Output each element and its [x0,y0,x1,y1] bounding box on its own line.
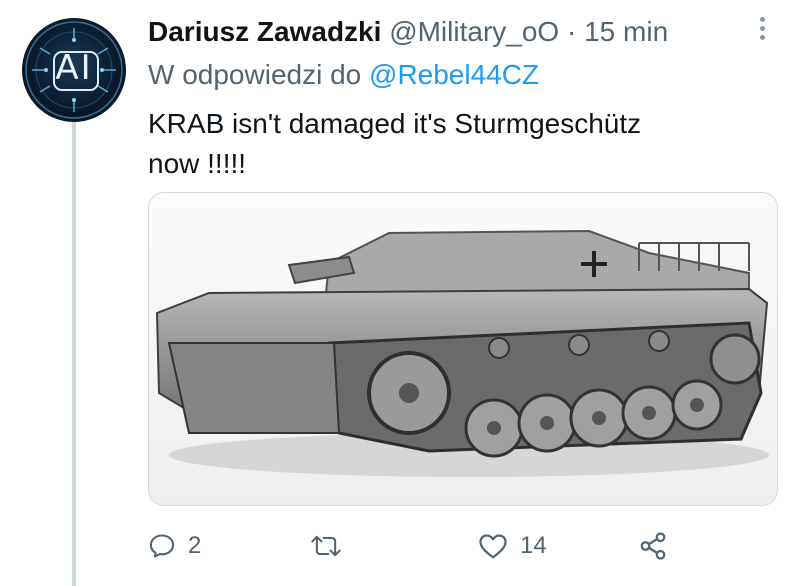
share-button[interactable] [638,528,680,564]
reply-icon [148,532,176,560]
thread-line [72,118,76,586]
avatar[interactable]: AI [22,18,126,122]
tank-photo [149,193,777,505]
tweet-media-image[interactable] [148,192,778,506]
reply-context: W odpowiedzi do @Rebel44CZ [148,58,539,92]
avatar-text: AI [55,48,93,88]
tweet-header: Dariusz Zawadzki @Military_oO · 15 min [148,14,668,50]
author-handle[interactable]: @Military_oO [389,16,559,47]
tweet-text-line-1: KRAB isn't damaged it's Sturmgeschütz [148,108,642,139]
like-button[interactable]: 14 [478,528,547,564]
timestamp[interactable]: 15 min [584,16,668,47]
tweet-text: KRAB isn't damaged it's Sturmgeschütz no… [148,104,748,184]
reply-prefix: W odpowiedzi do [148,59,362,90]
more-vertical-icon[interactable] [752,14,772,46]
reply-mention-link[interactable]: @Rebel44CZ [369,59,539,90]
like-icon [478,532,508,560]
share-icon [638,531,668,561]
separator-dot: · [566,16,577,47]
like-count: 14 [520,532,547,559]
reply-button[interactable]: 2 [148,528,201,564]
author-name[interactable]: Dariusz Zawadzki [148,16,381,47]
retweet-icon [310,532,342,560]
reply-count: 2 [188,532,202,559]
tweet-actions: 2 14 [148,528,748,568]
tweet-text-line-2: now !!!!! [148,148,247,179]
tweet[interactable]: AI Dariusz Zawadzki @Military_oO · 15 mi… [0,0,800,586]
retweet-button[interactable] [310,528,354,564]
